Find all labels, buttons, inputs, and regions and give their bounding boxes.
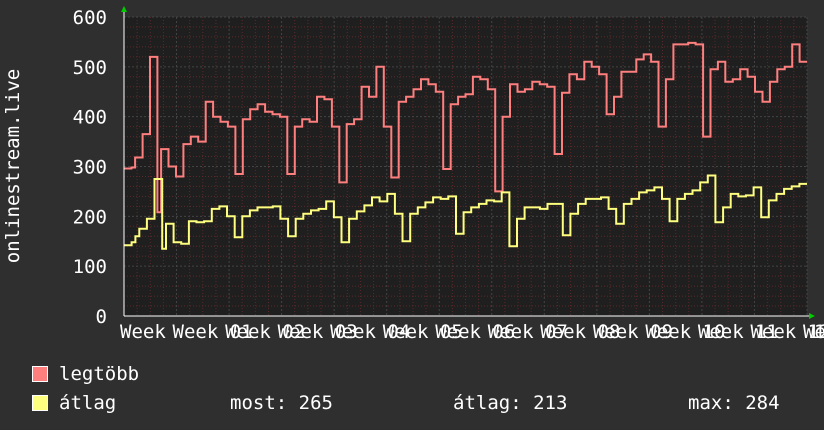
legend-swatch-avg — [32, 395, 48, 411]
x-tick-label-end: 1 — [814, 321, 824, 343]
y-tick-label: 500 — [73, 57, 107, 79]
legend-label-avg: átlag — [59, 392, 117, 414]
y-tick-label: 0 — [96, 306, 107, 328]
y-tick-label: 400 — [73, 107, 107, 129]
line-chart: 0 100 200 300 400 500 600 onlinestream.live Week… — [2, 6, 824, 343]
y-axis-label: onlinestream.live — [2, 69, 24, 263]
y-tick-label: 100 — [73, 256, 107, 278]
stat-avg: átlag: 213 — [453, 392, 568, 414]
y-axis-arrow-icon — [121, 6, 127, 12]
legend-item-avg: átlag most: 265 átlag: 213 max: 284 — [32, 392, 812, 414]
legend-label-max: legtöbb — [59, 363, 140, 385]
chart-panel: 0 100 200 300 400 500 600 onlinestream.live Week… — [0, 0, 824, 430]
y-tick-label: 600 — [73, 7, 107, 29]
y-tick-label: 300 — [73, 157, 107, 179]
x-axis-arrow-icon — [809, 313, 815, 319]
legend-swatch-max — [32, 366, 48, 382]
y-tick-label: 200 — [73, 206, 107, 228]
stat-max: max: 284 — [688, 392, 780, 414]
x-tick-label: Week — [120, 321, 166, 343]
stat-now: most: 265 — [230, 392, 333, 414]
